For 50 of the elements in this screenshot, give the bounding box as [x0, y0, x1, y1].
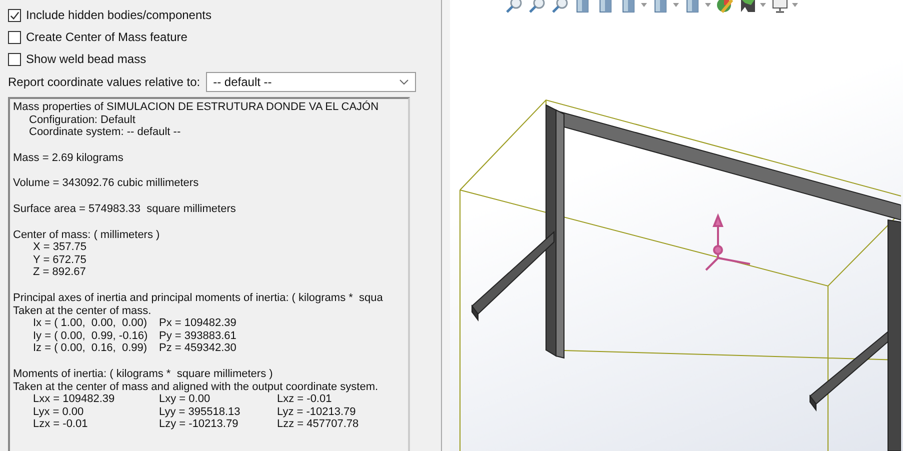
result-line: Y = 672.75: [32, 254, 88, 266]
view-tool-icon[interactable]: [551, 0, 569, 14]
result-line: Mass = 2.69 kilograms: [13, 152, 124, 164]
view-tool-icon[interactable]: [739, 0, 757, 14]
dropdown-arrow-icon[interactable]: [673, 3, 679, 7]
result-line: Surface area = 574983.33 square millimeters: [13, 202, 237, 216]
result-line: Principal axes of inertia and principal moments of inertia: ( kilograms * squa: [13, 292, 384, 305]
result-line: Moments of inertia: ( kilograms * square millimeters ): [13, 368, 274, 380]
result-value: Lyy = 395518.13: [159, 406, 242, 418]
result-value: Iz = ( 0.00, 0.16, 0.99): [33, 342, 148, 355]
result-line: Volume = 343092.76 cubic millimeters: [13, 177, 200, 190]
checkbox-label: Create Center of Mass feature: [26, 30, 188, 44]
checkbox[interactable]: [8, 8, 21, 22]
result-line: Taken at the center of mass and aligned with the output coordinate system.: [13, 380, 380, 394]
result-value: Ix = ( 1.00, 0.00, 0.00): [33, 317, 148, 330]
result-value: Px = 109482.39: [159, 317, 238, 330]
chevron-icon: [399, 79, 410, 85]
monitor-icon[interactable]: [771, 0, 789, 14]
coordinate-dropdown[interactable]: -- default --: [206, 72, 416, 92]
result-line: X = 357.75: [32, 241, 88, 254]
result-value: Iy = ( 0.00, 0.99, -0.16): [33, 330, 149, 342]
dropdown-arrow-icon[interactable]: [641, 3, 647, 7]
dropdown-arrow-icon[interactable]: [792, 3, 798, 7]
checkbox[interactable]: [8, 52, 21, 66]
pencil-icon[interactable]: [716, 0, 734, 14]
result-line: Coordinate system: -- default --: [28, 126, 182, 139]
result-line: Taken at the center of mass.: [13, 304, 152, 318]
checkbox[interactable]: [8, 30, 21, 44]
result-value: Py = 393883.61: [159, 330, 238, 342]
magnifier-icon[interactable]: [505, 0, 523, 14]
result-value: Lyx = 0.00: [33, 406, 85, 418]
result-value: Lxx = 109482.39: [33, 393, 116, 406]
checkbox-label: Show weld bead mass: [26, 52, 146, 66]
result-value: Lxz = -0.01: [277, 393, 333, 406]
dropdown-arrow-icon[interactable]: [760, 3, 766, 7]
result-value: Lzz = 457707.78: [277, 418, 360, 431]
result-value: Lzx = -0.01: [33, 418, 89, 431]
result-line: Mass properties of SIMULACION DE ESTRUTURA DONDE VA EL CAJÓN: [13, 101, 380, 114]
result-line: Center of mass: ( millimeters ): [13, 228, 161, 242]
dropdown-arrow-icon[interactable]: [705, 3, 711, 7]
checkbox-label: Include hidden bodies/components: [26, 8, 212, 22]
result-line: Configuration: Default: [28, 114, 136, 126]
axis-triad-icon: [705, 213, 750, 271]
result-value: Lxy = 0.00: [159, 393, 212, 406]
magnifier-icon[interactable]: [528, 0, 546, 14]
result-value: Lzy = -10213.79: [159, 418, 240, 431]
field-label: Report coordinate values relative to:: [8, 75, 200, 89]
result-value: Lyz = -10213.79: [277, 406, 357, 418]
result-value: Pz = 459342.30: [159, 342, 238, 355]
result-line: Z = 892.67: [32, 266, 87, 279]
